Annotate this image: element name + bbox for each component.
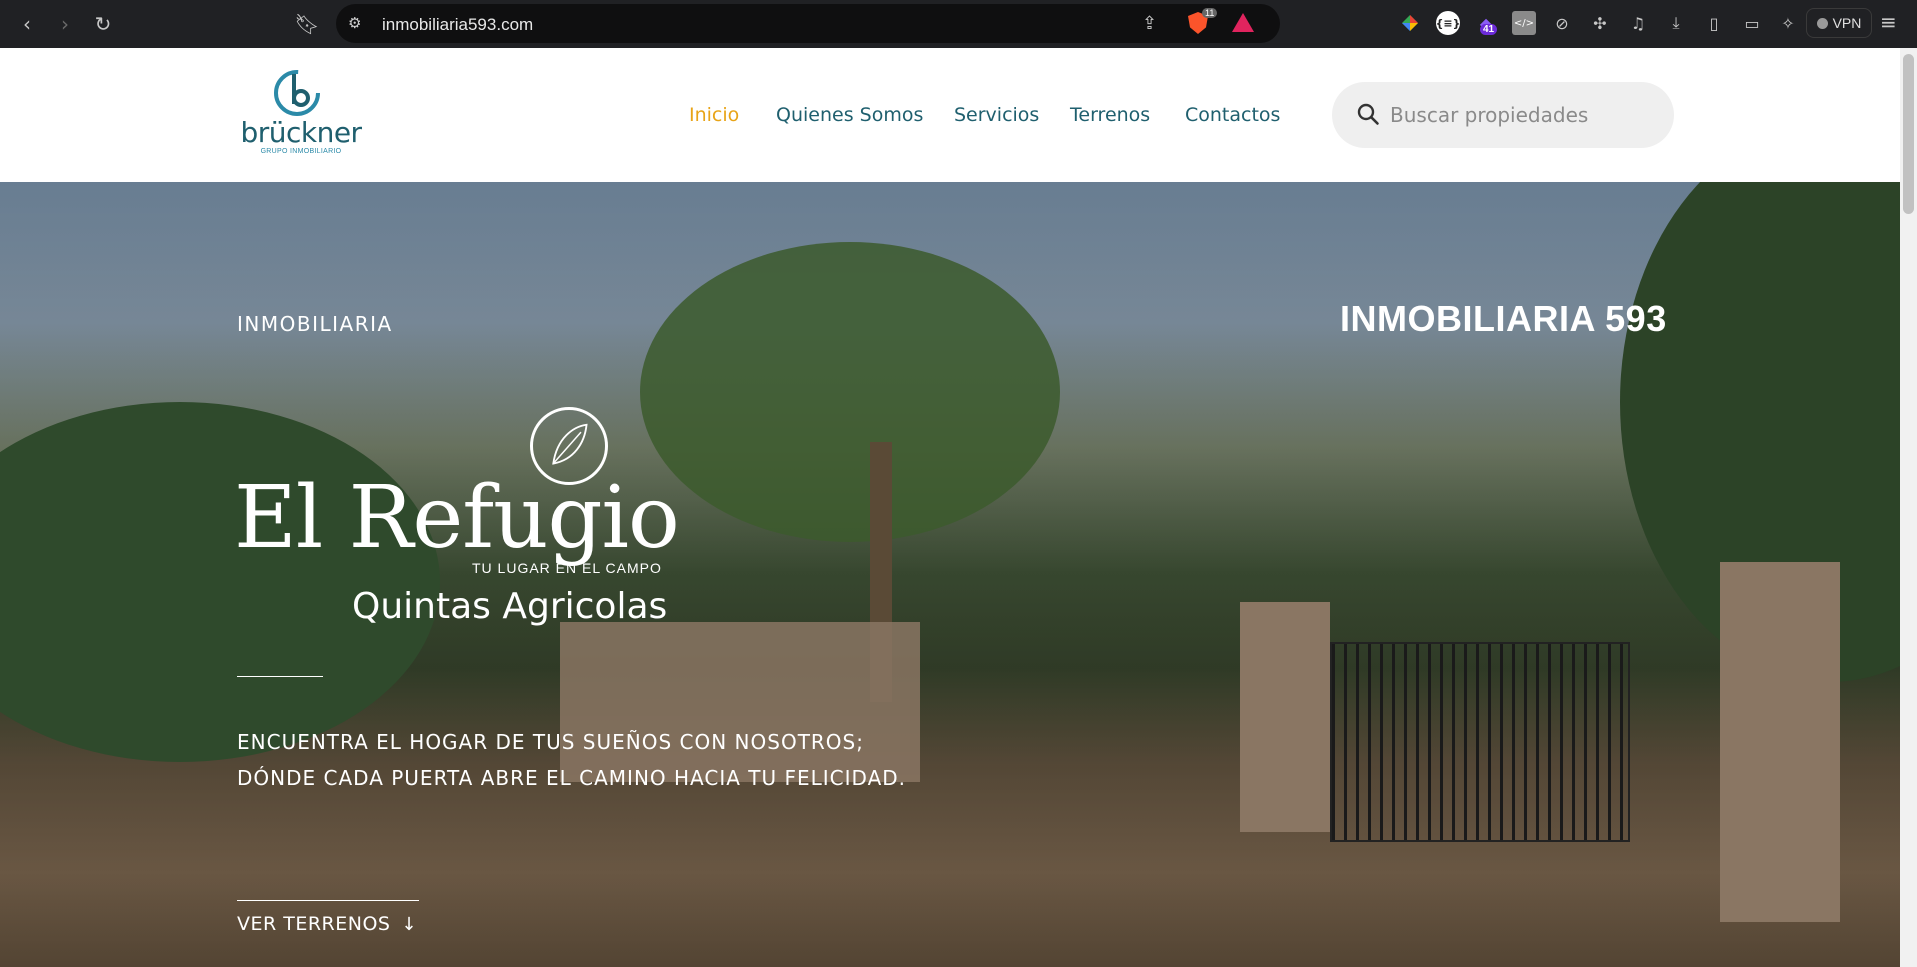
ver-terrenos-button[interactable]: VER TERRENOS ↓ — [237, 900, 419, 935]
shield-count-badge: 11 — [1202, 8, 1218, 18]
logo-subtitle: GRUPO INMOBILIARIO — [260, 148, 342, 155]
nav-contactos[interactable]: Contactos — [1185, 104, 1280, 126]
scenery-trees-left — [0, 402, 440, 762]
puzzle-icon[interactable]: ✣ — [1588, 11, 1612, 35]
search-input[interactable] — [1390, 94, 1650, 136]
vpn-label: VPN — [1832, 15, 1862, 31]
palm-canopy — [640, 242, 1060, 542]
search-box[interactable] — [1332, 82, 1674, 148]
json-viewer-icon[interactable]: {≡} — [1436, 11, 1460, 35]
page-scrollbar[interactable] — [1900, 48, 1917, 967]
page-viewport: brückner GRUPO INMOBILIARIO Inicio Quien… — [0, 48, 1917, 967]
scrollbar-thumb[interactable] — [1903, 54, 1914, 214]
download-icon[interactable]: ⤓ — [1664, 11, 1688, 35]
hero-brand: INMOBILIARIA 593 — [1340, 298, 1667, 339]
nav-quienes-somos[interactable]: Quienes Somos — [776, 104, 923, 126]
logo-wordmark: brückner — [240, 116, 362, 149]
bookmark-icon[interactable]: 🔖︎ — [292, 9, 322, 39]
browser-toolbar: ‹ › ↻ 🔖︎ ⚙ inmobiliaria593.com ⇪ 11 {≡} … — [0, 0, 1917, 48]
site-logo[interactable]: brückner GRUPO INMOBILIARIO — [236, 68, 366, 160]
stone-pillar — [1240, 602, 1330, 832]
project-subtitle: Quintas Agricolas — [352, 586, 668, 627]
arrow-down-icon: ↓ — [401, 913, 417, 935]
nav-terrenos[interactable]: Terrenos — [1070, 104, 1150, 126]
vpn-button[interactable]: VPN — [1806, 8, 1872, 38]
back-icon[interactable]: ‹ — [12, 9, 42, 39]
site-header: brückner GRUPO INMOBILIARIO Inicio Quien… — [0, 48, 1900, 182]
stone-pillar-right — [1720, 562, 1840, 922]
dev-tools-icon[interactable]: </> — [1512, 11, 1536, 35]
menu-icon[interactable]: ≡ — [1880, 10, 1897, 34]
tagline-line-1: ENCUENTRA EL HOGAR DE TUS SUEÑOS CON NOS… — [237, 730, 864, 754]
hero-divider — [237, 676, 323, 677]
nav-servicios[interactable]: Servicios — [954, 104, 1039, 126]
project-tagline: TU LUGAR EN EL CAMPO — [472, 560, 662, 576]
hero-banner: INMOBILIARIA INMOBILIARIA 593 El Refugio… — [0, 182, 1900, 967]
color-picker-icon[interactable] — [1398, 11, 1422, 35]
forward-icon: › — [61, 12, 69, 36]
nav-inicio[interactable]: Inicio — [689, 104, 739, 126]
hero-tagline: ENCUENTRA EL HOGAR DE TUS SUEÑOS CON NOS… — [237, 724, 906, 796]
share-icon[interactable]: ⇪ — [1142, 13, 1157, 34]
address-bar[interactable]: ⚙ inmobiliaria593.com ⇪ 11 — [336, 4, 1280, 43]
leo-icon[interactable]: ✧ — [1776, 11, 1800, 35]
search-icon[interactable] — [1356, 102, 1380, 126]
extension-count-badge: 41 — [1480, 24, 1498, 35]
project-title: El Refugio — [234, 468, 680, 568]
sidebar-icon[interactable]: ▯ — [1702, 11, 1726, 35]
brave-rewards-icon[interactable] — [1232, 13, 1254, 32]
url-text[interactable]: inmobiliaria593.com — [382, 15, 533, 35]
wallet-icon[interactable]: ▭ — [1740, 11, 1764, 35]
compass-icon[interactable]: ⊘ — [1550, 11, 1574, 35]
music-icon[interactable]: ♫ — [1626, 11, 1650, 35]
site-settings-icon[interactable]: ⚙ — [348, 14, 361, 32]
logo-mark-icon — [274, 70, 320, 116]
tagline-line-2: DÓNDE CADA PUERTA ABRE EL CAMINO HACIA T… — [237, 766, 907, 790]
vpn-status-icon — [1816, 17, 1828, 29]
cta-label: VER TERRENOS — [237, 913, 391, 935]
iron-gate — [1330, 642, 1630, 842]
reload-icon[interactable]: ↻ — [88, 9, 118, 39]
hero-eyebrow: INMOBILIARIA — [237, 312, 393, 336]
